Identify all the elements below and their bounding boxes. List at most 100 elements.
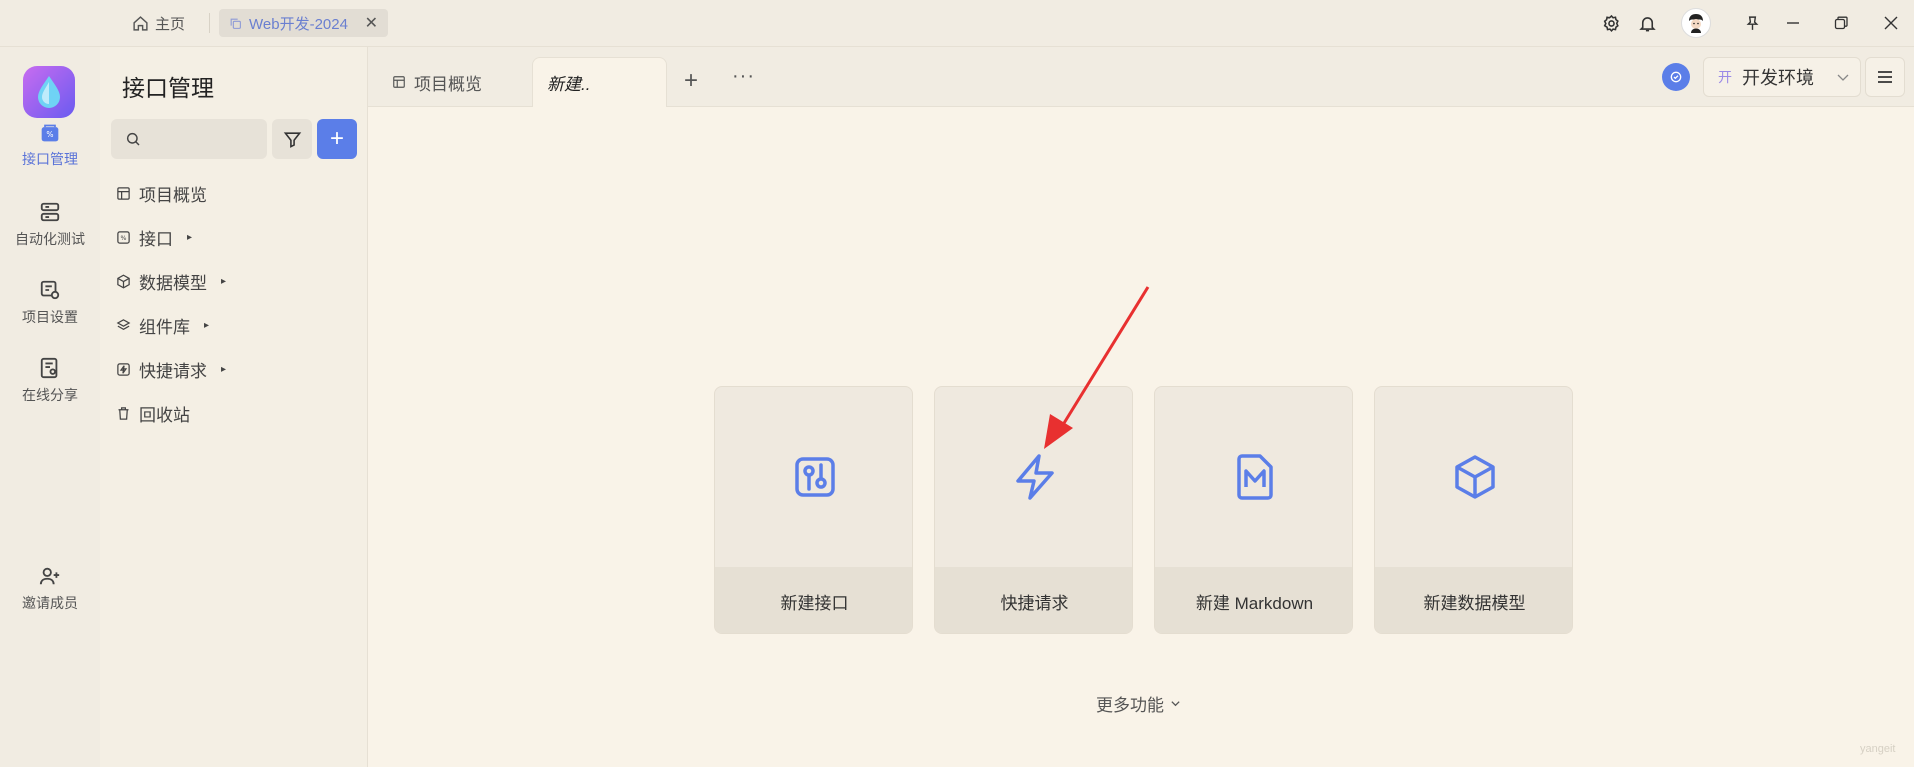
sidebar-nav: 项目概览 % 接口 ▸ 数据模型 ▸ 组件库 ▸ 快捷请求 ▸ 回收站	[116, 171, 226, 435]
add-tab-button[interactable]: +	[684, 67, 698, 95]
main-area: 项目概览 新建.. + ··· 开 开发环境 新建接口 快捷请求 新建 Mark…	[368, 47, 1914, 767]
rail-item-invite[interactable]: 邀请成员	[0, 565, 100, 613]
api-icon	[794, 457, 835, 497]
rail-item-label: 在线分享	[22, 387, 78, 403]
nav-item-api[interactable]: % 接口 ▸	[116, 215, 226, 259]
card-quick-request[interactable]: 快捷请求	[934, 386, 1133, 634]
nav-item-components[interactable]: 组件库 ▸	[116, 303, 226, 347]
home-icon	[133, 15, 148, 31]
filter-icon	[283, 131, 301, 148]
divider	[209, 13, 210, 33]
avatar[interactable]	[1681, 8, 1711, 38]
card-icon-area	[715, 387, 912, 567]
svg-text:%: %	[121, 235, 127, 242]
tab-label: 项目概览	[414, 74, 482, 94]
home-tab[interactable]: 主页	[132, 11, 185, 35]
caret-right-icon[interactable]: ▸	[187, 232, 192, 243]
more-features-label: 更多功能	[1096, 696, 1164, 715]
api-icon: %	[117, 230, 130, 244]
search-box[interactable]	[111, 119, 267, 159]
restore-icon	[1834, 16, 1848, 30]
automation-icon	[40, 202, 60, 222]
trash-icon	[118, 406, 129, 420]
rail-item-label: 邀请成员	[22, 595, 78, 611]
more-tabs-button[interactable]: ···	[732, 65, 755, 88]
rail-item-automation[interactable]: 自动化测试	[0, 201, 100, 249]
sidebar-title: 接口管理	[122, 75, 214, 101]
caret-right-icon[interactable]: ▸	[204, 320, 209, 331]
cube-icon	[117, 274, 130, 288]
chevron-down-icon	[1837, 74, 1849, 81]
environment-label: 开发环境	[1742, 68, 1814, 88]
user-avatar-icon	[1689, 14, 1703, 33]
sidebar: 接口管理 + 项目概览 % 接口 ▸ 数据模型 ▸ 组件库 ▸ 快捷请求 ▸ 回…	[100, 47, 368, 767]
rail-item-share[interactable]: 在线分享	[0, 357, 100, 405]
share-icon	[40, 357, 58, 379]
app-logo	[23, 66, 75, 118]
rail-item-project-settings[interactable]: 项目设置	[0, 279, 100, 327]
notifications-button[interactable]	[1634, 10, 1660, 36]
pin-button[interactable]	[1739, 10, 1765, 36]
nav-item-data-model[interactable]: 数据模型 ▸	[116, 259, 226, 303]
nav-item-label: 项目概览	[139, 185, 207, 205]
close-icon[interactable]: ✕	[365, 13, 378, 33]
restore-button[interactable]	[1828, 10, 1854, 36]
card-label: 新建接口	[715, 567, 912, 633]
watermark: yangeit	[1860, 743, 1896, 755]
rail-item-label: 项目设置	[22, 309, 78, 325]
search-input[interactable]	[149, 131, 259, 147]
tab-overview[interactable]: 项目概览	[392, 57, 482, 107]
close-icon	[1884, 16, 1898, 30]
svg-text:%: %	[46, 130, 53, 139]
nav-item-trash[interactable]: 回收站	[116, 391, 226, 435]
api-icon: %	[41, 124, 59, 142]
invite-user-icon	[39, 567, 60, 585]
gear-icon	[1603, 14, 1619, 32]
card-label: 新建 Markdown	[1155, 567, 1352, 633]
card-new-data-model[interactable]: 新建数据模型	[1374, 386, 1573, 634]
card-new-api[interactable]: 新建接口	[714, 386, 913, 634]
title-bar: 主页 Web开发-2024 ✕	[0, 0, 1914, 47]
minimize-icon	[1787, 22, 1799, 24]
more-features-button[interactable]: 更多功能	[1096, 691, 1181, 716]
markdown-icon	[1236, 454, 1273, 500]
sync-icon	[1670, 71, 1682, 83]
caret-right-icon[interactable]: ▸	[221, 364, 226, 375]
nav-item-overview[interactable]: 项目概览	[116, 171, 226, 215]
drop-logo-icon	[38, 76, 60, 108]
filter-button[interactable]	[272, 119, 312, 159]
nav-item-label: 接口	[139, 229, 173, 249]
pin-icon	[1746, 15, 1758, 30]
card-label: 新建数据模型	[1375, 567, 1572, 633]
card-new-markdown[interactable]: 新建 Markdown	[1154, 386, 1353, 634]
settings-button[interactable]	[1598, 10, 1624, 36]
nav-item-quick-request[interactable]: 快捷请求 ▸	[116, 347, 226, 391]
nav-item-label: 数据模型	[139, 273, 207, 293]
menu-button[interactable]	[1865, 57, 1905, 97]
tab-new[interactable]: 新建..	[532, 57, 667, 107]
bolt-icon	[1015, 454, 1054, 500]
nav-item-label: 组件库	[139, 317, 190, 337]
copy-icon	[230, 18, 241, 29]
project-tab[interactable]: Web开发-2024 ✕	[219, 9, 388, 37]
card-icon-area	[1375, 387, 1572, 567]
nav-item-label: 快捷请求	[139, 361, 207, 381]
rail-item-label: 接口管理	[22, 151, 78, 167]
bolt-icon	[117, 362, 130, 376]
sync-button[interactable]	[1662, 63, 1690, 91]
bell-icon	[1638, 16, 1656, 31]
project-settings-icon	[40, 280, 60, 300]
minimize-button[interactable]	[1780, 10, 1806, 36]
cube-icon	[1454, 455, 1495, 499]
add-button[interactable]: +	[317, 119, 357, 159]
overview-icon	[117, 186, 130, 200]
chevron-down-icon	[1171, 701, 1180, 707]
search-icon	[126, 132, 140, 146]
close-window-button[interactable]	[1878, 10, 1904, 36]
environment-select[interactable]: 开 开发环境	[1703, 57, 1861, 97]
hamburger-icon	[1878, 71, 1892, 83]
overview-icon	[393, 76, 405, 88]
rail-item-api[interactable]: % 接口管理	[0, 123, 100, 169]
tab-bar: 项目概览 新建.. + ··· 开 开发环境	[368, 47, 1914, 107]
caret-right-icon[interactable]: ▸	[221, 276, 226, 287]
